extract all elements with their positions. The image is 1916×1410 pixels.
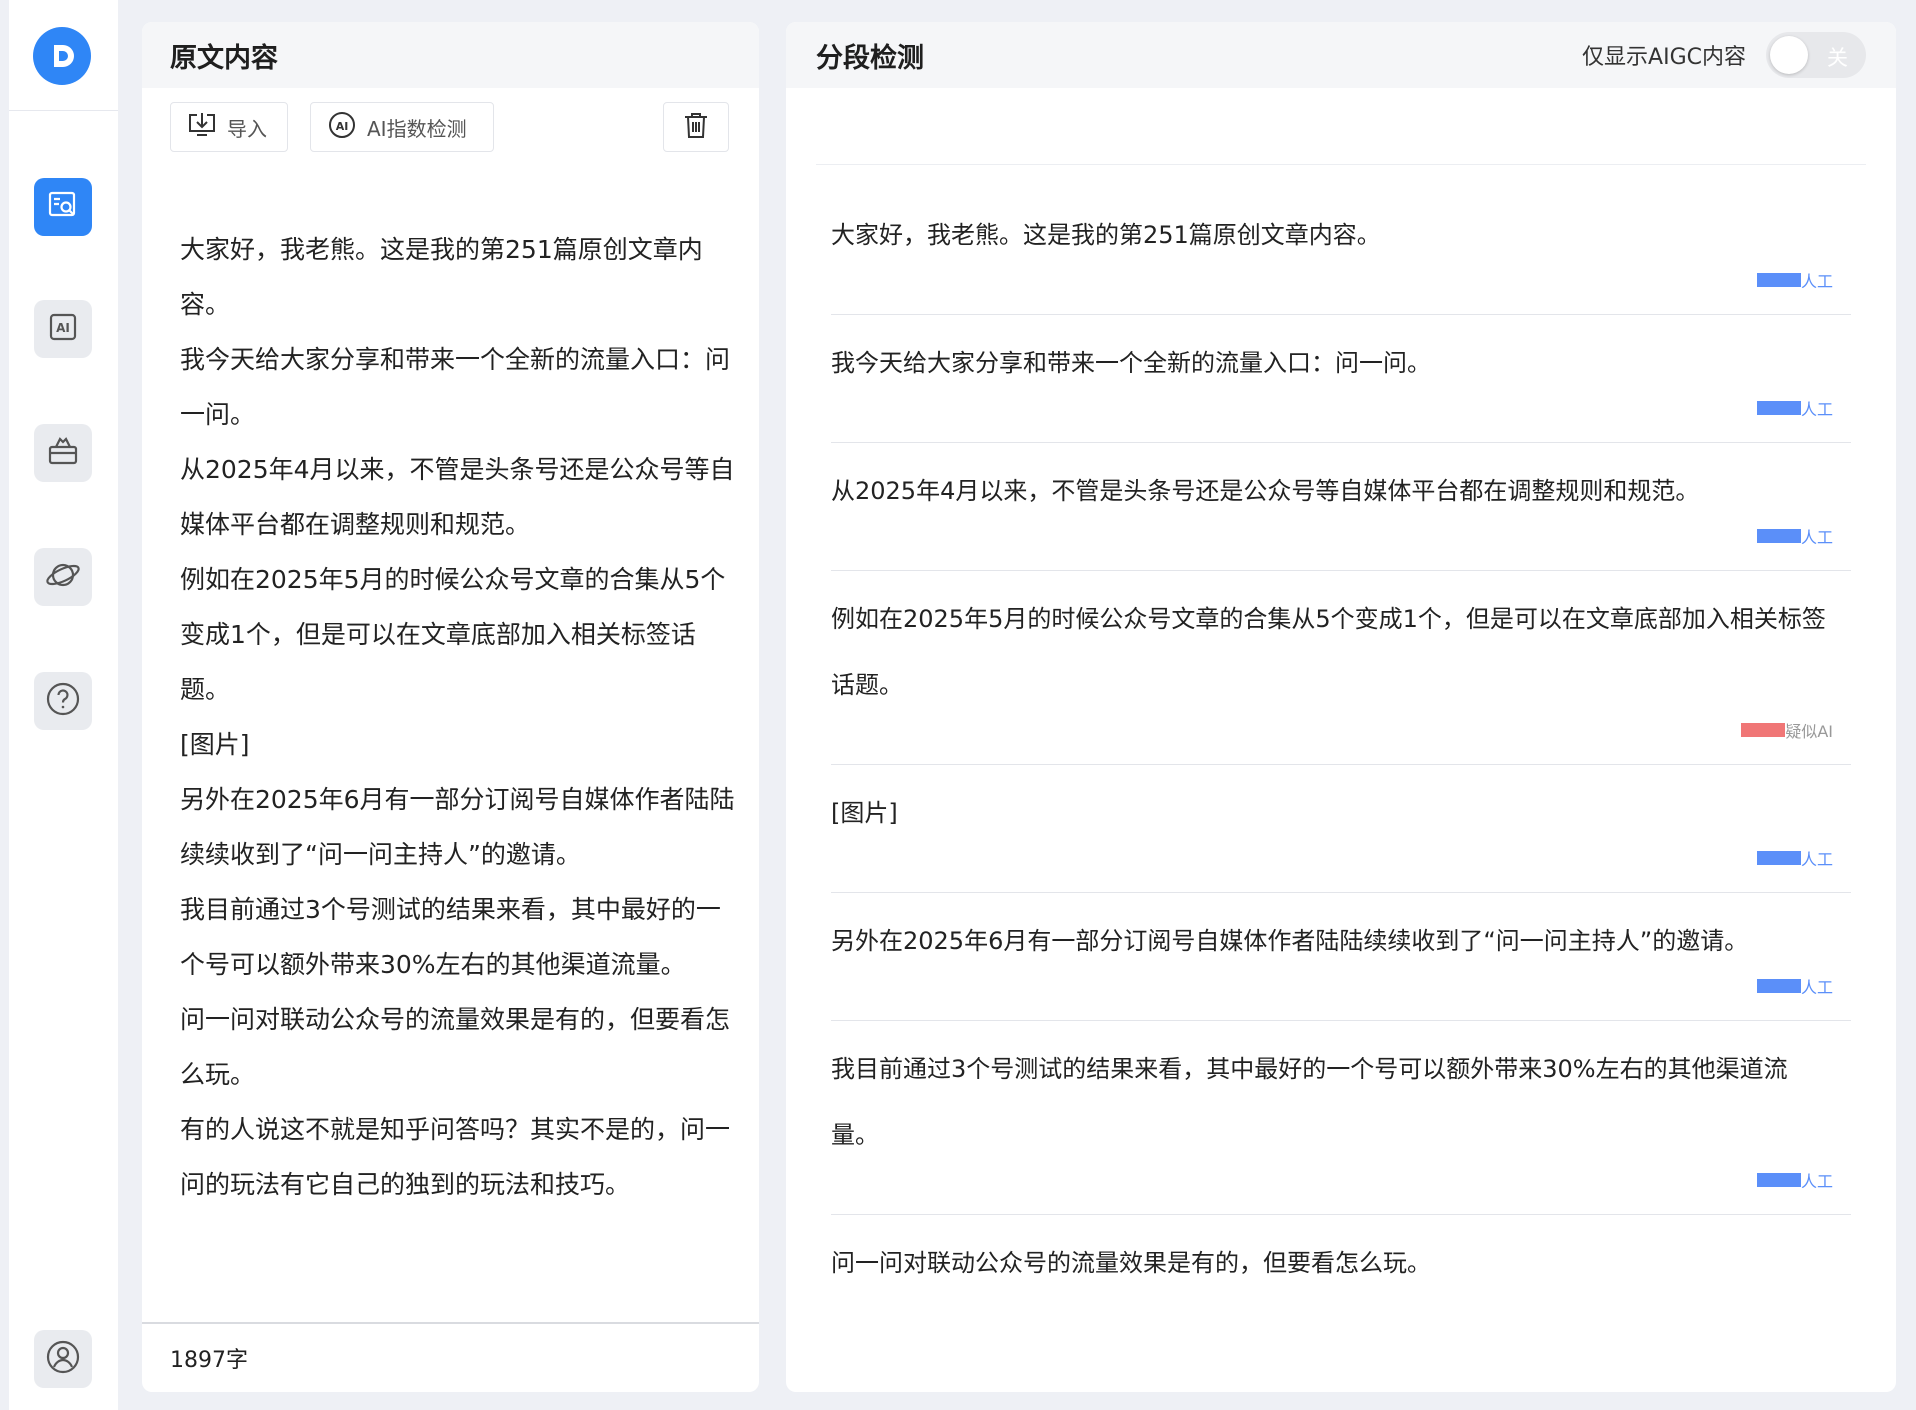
- paragraph: 有的人说这不就是知乎问答吗？其实不是的，问一问的玩法有它自己的独到的玩法和技巧。: [180, 1115, 731, 1199]
- segment-text: 从2025年4月以来，不管是头条号还是公众号等自媒体平台都在调整规则和规范。: [831, 477, 1700, 505]
- segment-item[interactable]: 我今天给大家分享和带来一个全新的流量入口：问一问。 人工: [831, 315, 1851, 443]
- segment-text: 问一问对联动公众号的流量效果是有的，但要看怎么玩。: [831, 1249, 1431, 1277]
- toggle-state: 关: [1827, 46, 1848, 70]
- svg-text:AI: AI: [336, 120, 349, 133]
- segment-item[interactable]: 问一问对联动公众号的流量效果是有的，但要看怎么玩。: [831, 1215, 1851, 1296]
- ai-detect-label: AI指数检测: [367, 116, 467, 141]
- paragraph: [图片]: [180, 730, 250, 759]
- segment-text: [图片]: [831, 799, 898, 827]
- paragraph: 另外在2025年6月有一部分订阅号自媒体作者陆陆续续收到了“问一问主持人”的邀请…: [180, 785, 735, 869]
- segment-item[interactable]: 另外在2025年6月有一部分订阅号自媒体作者陆陆续续收到了“问一问主持人”的邀请…: [831, 893, 1851, 1021]
- toggle-knob: [1770, 36, 1808, 74]
- planet-icon: [45, 557, 81, 597]
- help-icon: [45, 681, 81, 721]
- segment-text: 大家好，我老熊。这是我的第251篇原创文章内容。: [831, 221, 1381, 249]
- segment-item[interactable]: 从2025年4月以来，不管是头条号还是公众号等自媒体平台都在调整规则和规范。 人…: [831, 443, 1851, 571]
- segment-tag: 人工: [1756, 1168, 1833, 1192]
- delete-button[interactable]: [663, 102, 729, 152]
- aigc-filter: 仅显示AIGC内容 关: [1582, 32, 1866, 78]
- segment-tag: 人工: [1756, 974, 1833, 998]
- trash-icon: [683, 111, 709, 144]
- paragraph: 我目前通过3个号测试的结果来看，其中最好的一个号可以额外带来30%左右的其他渠道…: [180, 895, 721, 979]
- original-content-panel: 原文内容 导入 AI AI指数检测 大家好，我老熊。这是我的第251篇原创文章内…: [142, 22, 759, 1392]
- document-search-icon: [46, 188, 80, 226]
- paragraph: 我今天给大家分享和带来一个全新的流量入口：问一问。: [180, 345, 731, 429]
- import-button[interactable]: 导入: [170, 102, 288, 152]
- panel-title: 原文内容: [142, 22, 759, 88]
- user-icon: [45, 1339, 81, 1379]
- segment-detect-panel: 分段检测 仅显示AIGC内容 关 大家好，我老熊。这是我的第251篇原创文章内容…: [786, 22, 1896, 1392]
- segment-text: 我今天给大家分享和带来一个全新的流量入口：问一问。: [831, 349, 1431, 377]
- segment-tag: 人工: [1756, 524, 1833, 548]
- divider: [816, 164, 1866, 165]
- paragraph: 问一问对联动公众号的流量效果是有的，但要看怎么玩。: [180, 1005, 731, 1089]
- segment-item[interactable]: 大家好，我老熊。这是我的第251篇原创文章内容。 人工: [831, 187, 1851, 315]
- sidebar-item-user[interactable]: [34, 1330, 92, 1388]
- panel-header: 分段检测 仅显示AIGC内容 关: [786, 22, 1896, 88]
- segment-tag: 人工: [1756, 396, 1833, 420]
- ai-detect-button[interactable]: AI AI指数检测: [310, 102, 494, 152]
- svg-text:AI: AI: [56, 321, 70, 335]
- logo-area: [9, 0, 118, 111]
- paragraph: 大家好，我老熊。这是我的第251篇原创文章内容。: [180, 235, 703, 319]
- segment-item[interactable]: 我目前通过3个号测试的结果来看，其中最好的一个号可以额外带来30%左右的其他渠道…: [831, 1021, 1851, 1215]
- segment-tag: 人工: [1756, 268, 1833, 292]
- ai-circle-icon: AI: [327, 110, 367, 145]
- segment-item[interactable]: 例如在2025年5月的时候公众号文章的合集从5个变成1个，但是可以在文章底部加入…: [831, 571, 1851, 765]
- original-text[interactable]: 大家好，我老熊。这是我的第251篇原创文章内容。 我今天给大家分享和带来一个全新…: [180, 222, 735, 1212]
- paragraph: 例如在2025年5月的时候公众号文章的合集从5个变成1个，但是可以在文章底部加入…: [180, 565, 726, 704]
- segment-text: 另外在2025年6月有一部分订阅号自媒体作者陆陆续续收到了“问一问主持人”的邀请…: [831, 927, 1749, 955]
- segment-tag-ai: 疑似AI: [1741, 718, 1833, 742]
- panel-title: 分段检测: [816, 42, 924, 74]
- sidebar: AI: [9, 0, 118, 1410]
- ai-icon: AI: [47, 311, 79, 347]
- segment-item[interactable]: [图片] 人工: [831, 765, 1851, 893]
- segment-text: 我目前通过3个号测试的结果来看，其中最好的一个号可以额外带来30%左右的其他渠道…: [831, 1055, 1788, 1149]
- word-count: 1897字: [142, 1322, 759, 1392]
- sidebar-item-toolbox[interactable]: [34, 424, 92, 482]
- aigc-toggle[interactable]: 关: [1766, 32, 1866, 78]
- logo-icon[interactable]: [33, 27, 91, 85]
- import-icon: [187, 111, 227, 144]
- paragraph: 从2025年4月以来，不管是头条号还是公众号等自媒体平台都在调整规则和规范。: [180, 455, 735, 539]
- sidebar-item-detect[interactable]: [34, 178, 92, 236]
- toolbox-icon: [46, 434, 80, 472]
- aigc-toggle-label: 仅显示AIGC内容: [1582, 45, 1746, 70]
- sidebar-item-planet[interactable]: [34, 548, 92, 606]
- sidebar-item-help[interactable]: [34, 672, 92, 730]
- segment-text: 例如在2025年5月的时候公众号文章的合集从5个变成1个，但是可以在文章底部加入…: [831, 605, 1826, 699]
- sidebar-item-ai[interactable]: AI: [34, 300, 92, 358]
- segment-tag: 人工: [1756, 846, 1833, 870]
- import-label: 导入: [227, 116, 267, 141]
- segment-list: 大家好，我老熊。这是我的第251篇原创文章内容。 人工 我今天给大家分享和带来一…: [831, 187, 1851, 1296]
